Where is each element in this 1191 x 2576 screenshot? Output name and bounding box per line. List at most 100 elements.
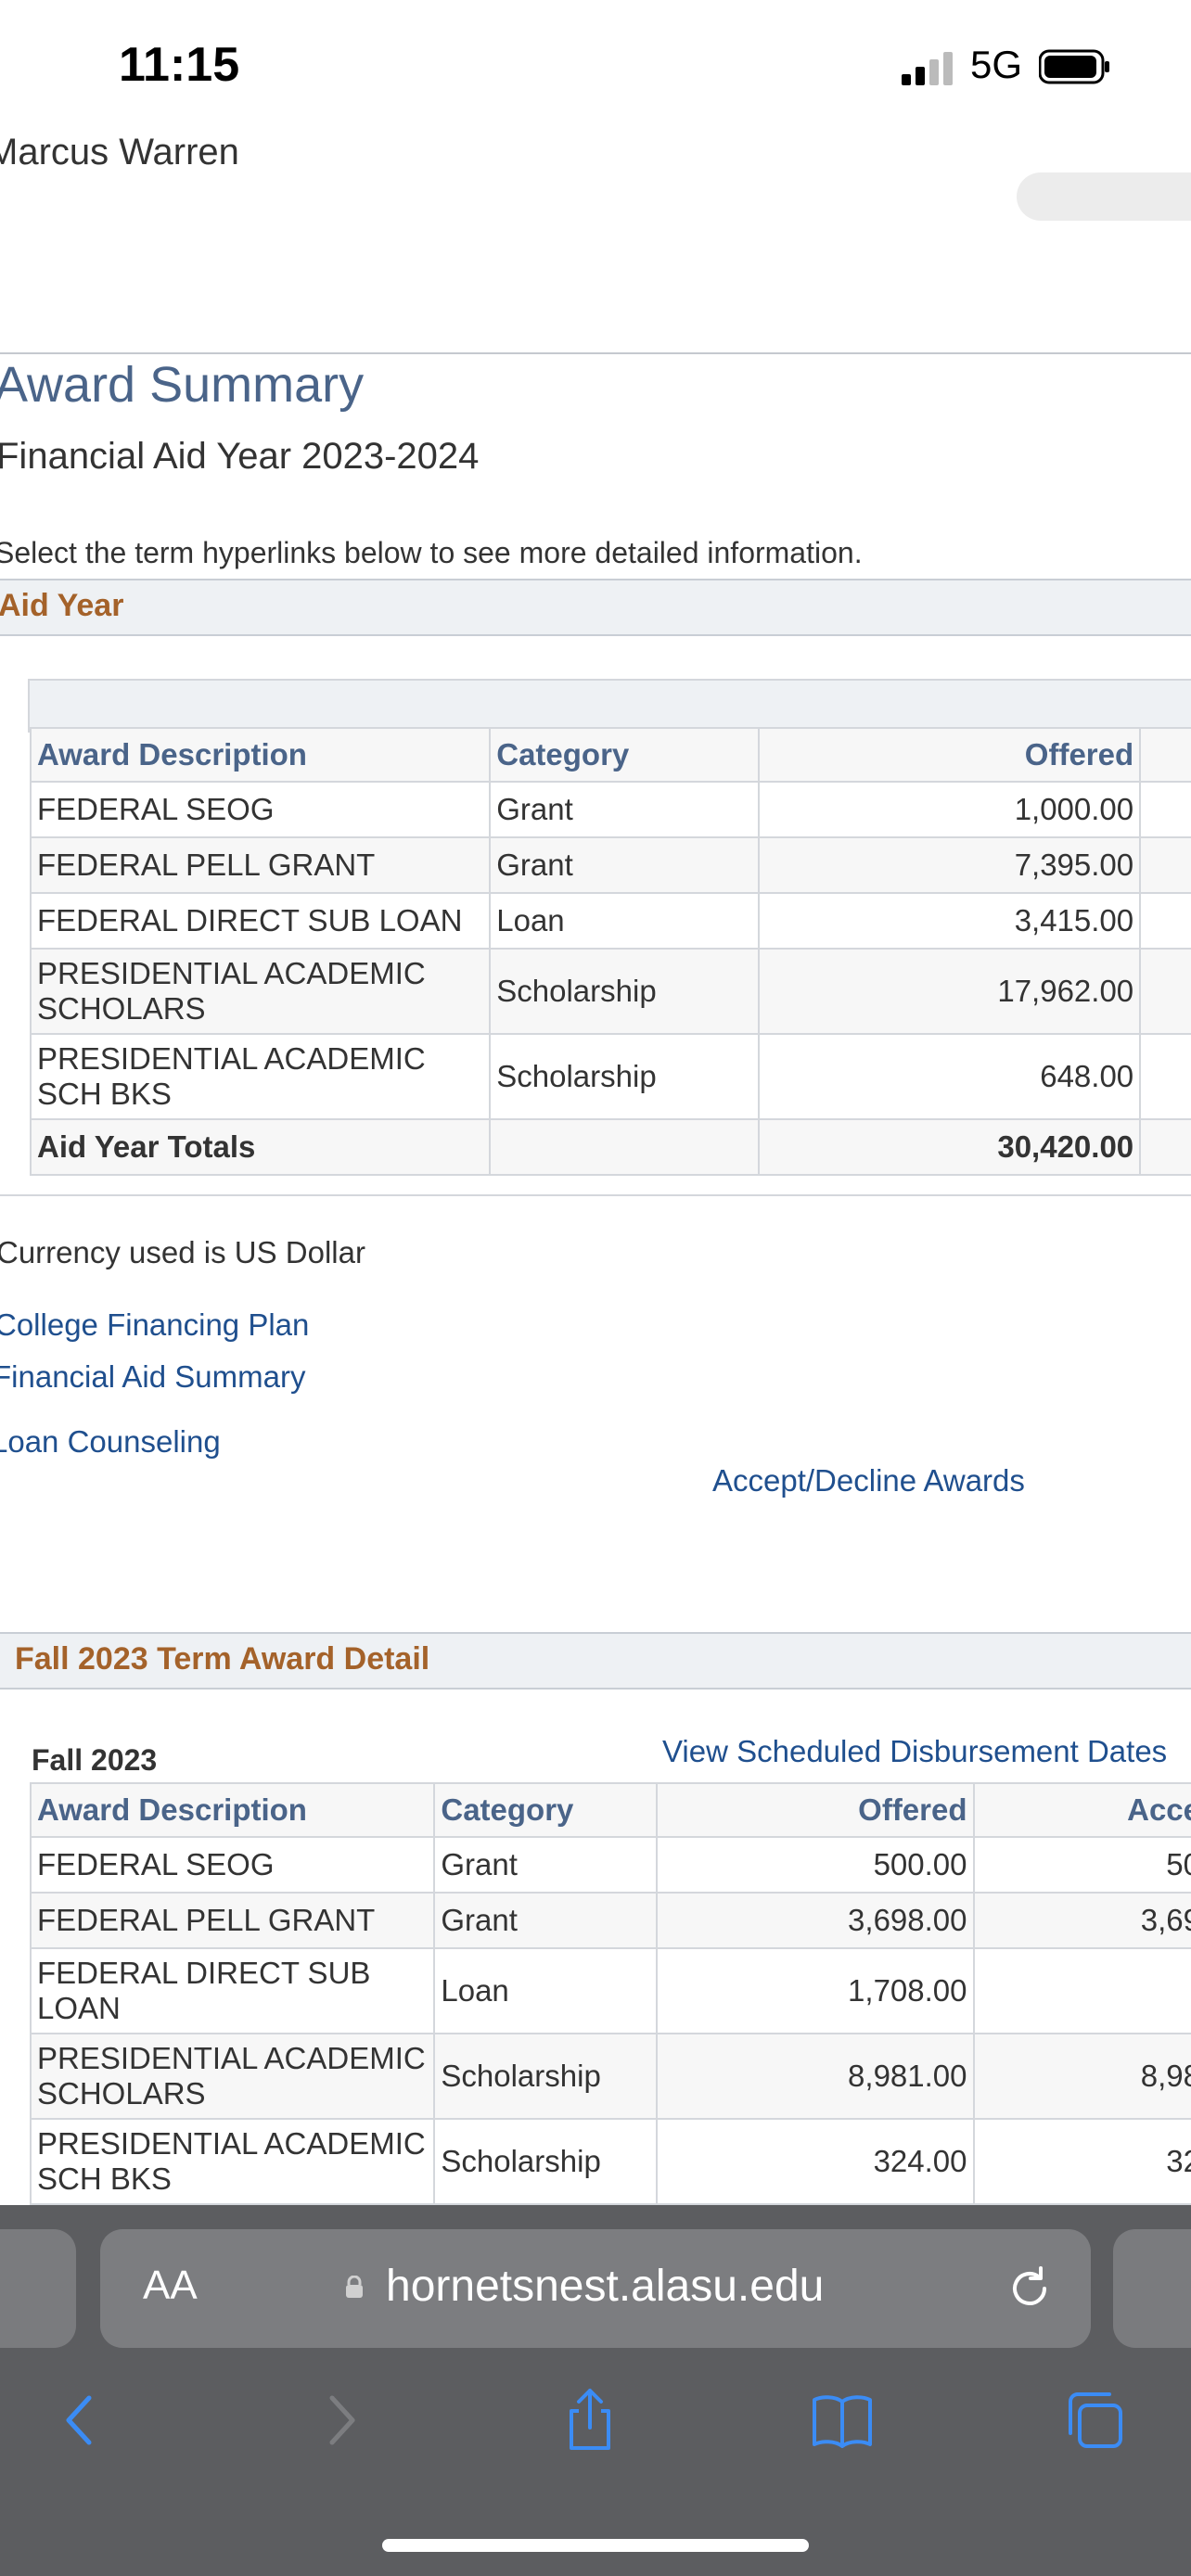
tabs-icon[interactable] [1061, 2387, 1128, 2454]
award-offered: 1,708.00 [656, 1947, 975, 2034]
award-offered: 7,395.00 [757, 836, 1142, 894]
totals-label: Aid Year Totals [29, 1118, 492, 1176]
financial-aid-summary-link[interactable]: Financial Aid Summary [0, 1359, 305, 1395]
award-offered: 1,000.00 [757, 781, 1142, 838]
network-type: 5G [970, 43, 1023, 86]
column-header [1139, 727, 1191, 783]
fall-term-section-header: Fall 2023 Term Award Detail [0, 1632, 1191, 1690]
column-header: Award Description [29, 727, 492, 783]
table-cell [1139, 948, 1191, 1035]
award-offered: 500.00 [656, 1836, 975, 1894]
award-accepted: 8,98 [972, 2033, 1191, 2120]
award-offered: 17,962.00 [757, 948, 1142, 1035]
text-size-button[interactable]: AA [143, 2263, 198, 2309]
award-description: FEDERAL DIRECT SUB LOAN [29, 892, 492, 950]
divider [0, 1194, 1191, 1196]
reload-icon[interactable] [1004, 2263, 1056, 2315]
section-title: Aid Year [0, 588, 124, 623]
table-cell [1139, 1118, 1191, 1176]
column-header: Category [433, 1782, 659, 1838]
table-row: PRESIDENTIAL ACADEMIC SCH BKS Scholarshi… [29, 2118, 1191, 2205]
battery-icon [1039, 49, 1109, 84]
bookmarks-icon[interactable] [809, 2387, 876, 2454]
loan-counseling-link[interactable]: Loan Counseling [0, 1424, 221, 1460]
header-action-pill[interactable] [1017, 172, 1191, 221]
award-category: Grant [433, 1836, 659, 1894]
award-description: FEDERAL SEOG [29, 1836, 436, 1894]
term-label: Fall 2023 [32, 1743, 158, 1777]
award-accepted: 32 [972, 2118, 1191, 2205]
instructions-text: Select the term hyperlinks below to see … [0, 536, 863, 569]
table-caption-bar [28, 679, 1191, 733]
award-description: PRESIDENTIAL ACADEMIC SCHOLARS [29, 2033, 436, 2120]
award-description: FEDERAL PELL GRANT [29, 1892, 436, 1949]
award-offered: 3,415.00 [757, 892, 1142, 950]
table-row: FEDERAL PELL GRANT Grant 3,698.00 3,69 [29, 1892, 1191, 1949]
college-financing-plan-link[interactable]: College Financing Plan [0, 1307, 309, 1343]
table-row: PRESIDENTIAL ACADEMIC SCH BKS Scholarshi… [29, 1033, 1191, 1120]
award-offered: 324.00 [656, 2118, 975, 2205]
award-description: PRESIDENTIAL ACADEMIC SCHOLARS [29, 948, 492, 1035]
table-row: PRESIDENTIAL ACADEMIC SCHOLARS Scholarsh… [29, 948, 1191, 1035]
url-text[interactable]: hornetsnest.alasu.edu [386, 2261, 824, 2312]
page-title: Award Summary [0, 357, 365, 413]
forward-icon[interactable] [306, 2387, 373, 2454]
table-row: PRESIDENTIAL ACADEMIC SCHOLARS Scholarsh… [29, 2033, 1191, 2120]
award-category: Scholarship [489, 948, 760, 1035]
home-indicator[interactable] [382, 2539, 809, 2552]
table-cell [1139, 1033, 1191, 1120]
aid-year-subtitle: Financial Aid Year 2023-2024 [0, 436, 480, 477]
award-category: Grant [489, 836, 760, 894]
table-header-row: Award Description Category Offered [29, 727, 1191, 783]
column-header: Category [489, 727, 760, 783]
fall-term-table: Award Description Category Offered Acce … [29, 1782, 1191, 2205]
table-cell [1139, 781, 1191, 838]
award-description: PRESIDENTIAL ACADEMIC SCH BKS [29, 1033, 492, 1120]
aid-year-section-header: Aid Year [0, 579, 1191, 636]
award-category: Grant [489, 781, 760, 838]
award-category: Scholarship [433, 2118, 659, 2205]
column-header: Offered [757, 727, 1142, 783]
award-offered: 3,698.00 [656, 1892, 975, 1949]
totals-row: Aid Year Totals 30,420.00 [29, 1118, 1191, 1176]
award-description: FEDERAL DIRECT SUB LOAN [29, 1947, 436, 2034]
user-name: Marcus Warren [0, 132, 239, 172]
column-header: Offered [656, 1782, 975, 1838]
award-category: Grant [433, 1892, 659, 1949]
accept-decline-awards-link[interactable]: Accept/Decline Awards [712, 1463, 1025, 1498]
award-category: Loan [489, 892, 760, 950]
award-description: PRESIDENTIAL ACADEMIC SCH BKS [29, 2118, 436, 2205]
status-time: 11:15 [119, 38, 240, 92]
section-title: Fall 2023 Term Award Detail [15, 1641, 430, 1677]
view-disbursement-dates-link[interactable]: View Scheduled Disbursement Dates [662, 1734, 1167, 1769]
previous-tab-preview[interactable] [0, 2229, 76, 2348]
award-category: Scholarship [489, 1033, 760, 1120]
share-icon[interactable] [557, 2387, 623, 2454]
divider [0, 352, 1191, 354]
back-icon[interactable] [48, 2387, 115, 2454]
award-description: FEDERAL SEOG [29, 781, 492, 838]
award-description: FEDERAL PELL GRANT [29, 836, 492, 894]
column-header: Award Description [29, 1782, 436, 1838]
award-accepted [972, 1947, 1191, 2034]
column-header: Acce [972, 1782, 1191, 1838]
table-row: FEDERAL DIRECT SUB LOAN Loan 1,708.00 [29, 1947, 1191, 2034]
table-header-row: Award Description Category Offered Acce [29, 1782, 1191, 1838]
award-category: Loan [433, 1947, 659, 2034]
award-accepted: 3,69 [972, 1892, 1191, 1949]
table-cell [1139, 836, 1191, 894]
table-row: FEDERAL DIRECT SUB LOAN Loan 3,415.00 [29, 892, 1191, 950]
award-category: Scholarship [433, 2033, 659, 2120]
award-accepted: 50 [972, 1836, 1191, 1894]
table-cell [1139, 892, 1191, 950]
lock-icon [346, 2276, 363, 2298]
award-offered: 648.00 [757, 1033, 1142, 1120]
award-offered: 8,981.00 [656, 2033, 975, 2120]
next-tab-preview[interactable] [1113, 2229, 1191, 2348]
table-cell [489, 1118, 760, 1176]
table-row: FEDERAL SEOG Grant 500.00 50 [29, 1836, 1191, 1894]
cellular-signal-icon [902, 52, 953, 85]
aid-year-table: Award Description Category Offered FEDER… [29, 727, 1191, 1176]
totals-offered: 30,420.00 [757, 1118, 1142, 1176]
table-row: FEDERAL PELL GRANT Grant 7,395.00 [29, 836, 1191, 894]
